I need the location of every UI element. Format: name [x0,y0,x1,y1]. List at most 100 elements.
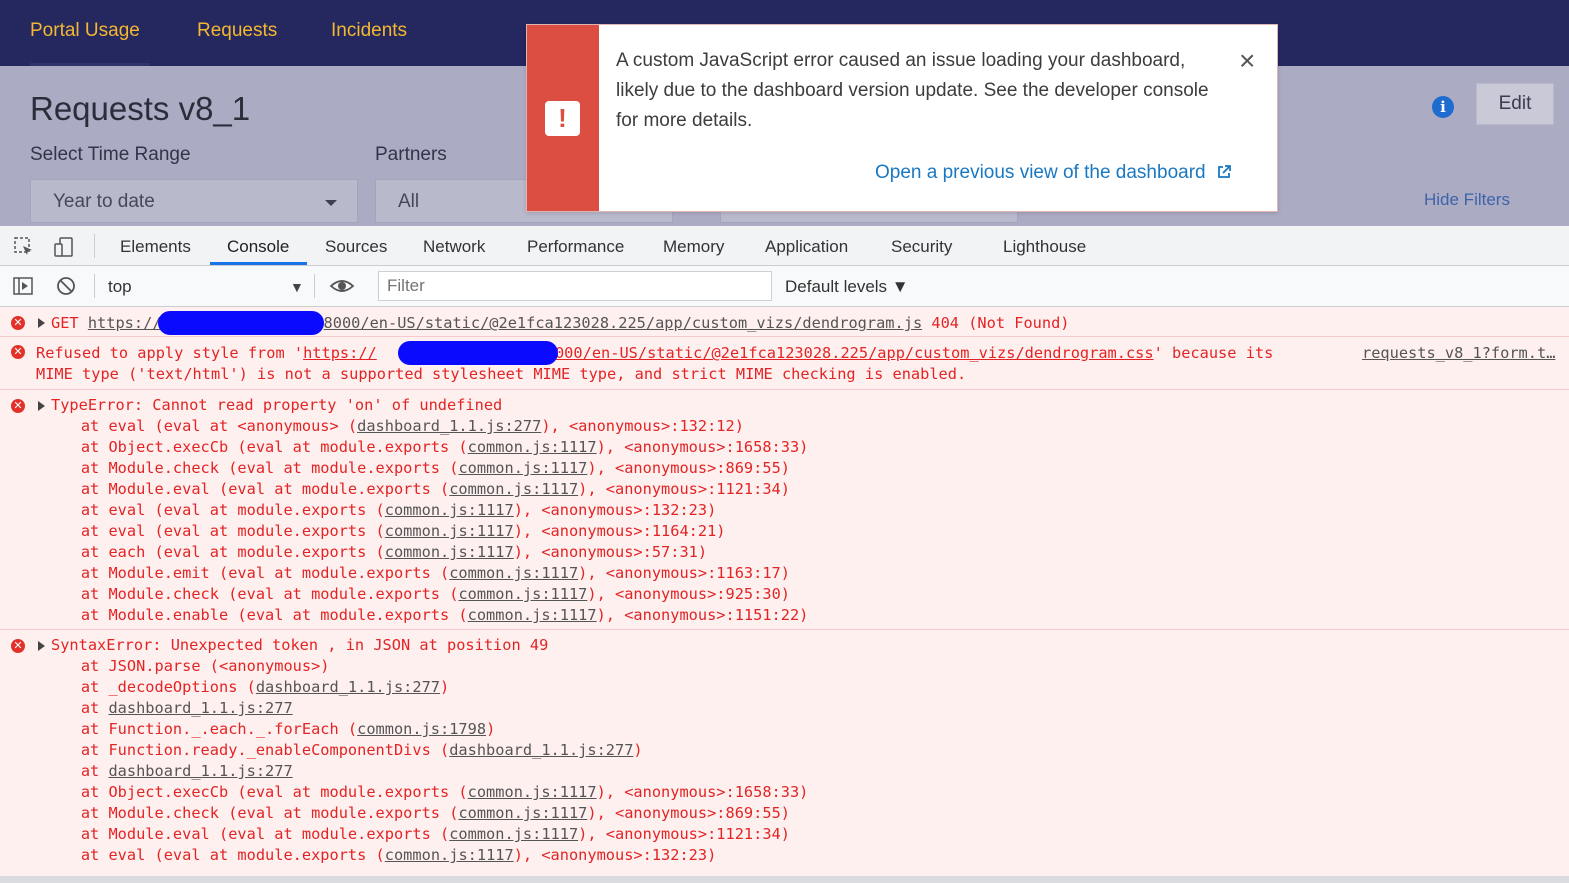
tab-network[interactable]: Network [423,237,485,257]
eye-icon[interactable] [329,275,355,297]
stack-frame: at Object.execCb (eval at module.exports… [44,438,809,456]
stack-frame: at dashboard_1.1.js:277 [44,762,293,780]
console-toolbar: top ▼ Default levels ▼ [0,266,1569,307]
stack-frame-source-link[interactable]: common.js:1117 [385,501,514,519]
stack-frame: at Module.emit (eval at module.exports (… [44,564,790,582]
console-output: ✕ GET https://8000/en-US/static/@2e1fca1… [0,307,1569,883]
active-tab-indicator [210,262,307,265]
stack-frame: at _decodeOptions (dashboard_1.1.js:277) [44,678,450,696]
stack-frame: at dashboard_1.1.js:277 [44,699,293,717]
stack-frame-source-link[interactable]: common.js:1117 [468,783,597,801]
stack-frame: at JSON.parse (<anonymous>) [44,657,330,675]
console-message: ✕ Refused to apply style from 'https://8… [0,337,1569,390]
redaction-mark [158,311,324,335]
stack-frame: at Module.check (eval at module.exports … [44,459,790,477]
toast-error-strip: ! [527,25,599,211]
console-message: ✕ GET https://8000/en-US/static/@2e1fca1… [0,307,1569,337]
stack-frame: at Object.execCb (eval at module.exports… [44,783,809,801]
tabbar-separator [94,234,95,258]
stylesheet-url-start[interactable]: https:// [303,344,377,362]
request-url-end[interactable]: 8000/en-US/static/@2e1fca123028.225/app/… [324,314,923,332]
partners-value: All [398,191,420,212]
tab-console[interactable]: Console [227,237,289,257]
console-message: ✕ SyntaxError: Unexpected token , in JSO… [0,630,1569,870]
message-text: Refused to apply style from 'https://800… [36,344,1274,362]
toolbar-separator [94,274,95,298]
console-filter-input[interactable] [378,271,772,301]
tab-elements[interactable]: Elements [120,237,191,257]
message-text-line2: MIME type ('text/html') is not a support… [36,365,967,383]
stack-frame-source-link[interactable]: common.js:1117 [449,825,578,843]
stack-frame: at eval (eval at module.exports (common.… [44,501,717,519]
bottom-scrollbar[interactable] [0,876,1569,883]
stack-frame-source-link[interactable]: dashboard_1.1.js:277 [108,699,292,717]
open-previous-view-link[interactable]: Open a previous view of the dashboard [875,162,1231,184]
exclamation-icon: ! [545,101,580,136]
error-header: SyntaxError: Unexpected token , in JSON … [51,636,549,654]
tab-lighthouse[interactable]: Lighthouse [1003,237,1086,257]
close-icon[interactable]: × [1239,47,1255,75]
stack-frame: at Module.enable (eval at module.exports… [44,606,809,624]
stack-frame-source-link[interactable]: dashboard_1.1.js:277 [108,762,292,780]
open-previous-view-label: Open a previous view of the dashboard [875,162,1206,183]
stack-frame-source-link[interactable]: dashboard_1.1.js:277 [449,741,633,759]
expand-arrow-icon[interactable] [38,401,45,411]
expand-arrow-icon[interactable] [38,641,45,651]
stack-frame-source-link[interactable]: common.js:1117 [458,459,587,477]
clear-console-icon[interactable] [55,275,77,297]
expand-arrow-icon[interactable] [38,318,45,328]
error-icon: ✕ [11,345,25,359]
tab-sources[interactable]: Sources [325,237,387,257]
request-url-start[interactable]: https:// [88,314,162,332]
tab-memory[interactable]: Memory [663,237,724,257]
tab-performance[interactable]: Performance [527,237,624,257]
error-toast: ! A custom JavaScript error caused an is… [526,24,1278,212]
stack-frame-source-link[interactable]: dashboard_1.1.js:277 [357,417,541,435]
error-icon: ✕ [11,316,25,330]
source-link[interactable]: requests_v8_1?form.t… [1362,343,1555,364]
stack-frame-source-link[interactable]: common.js:1117 [385,543,514,561]
stack-frame-source-link[interactable]: common.js:1117 [449,564,578,582]
time-range-label: Select Time Range [30,144,191,165]
stack-frame: at Function.ready._enableComponentDivs (… [44,741,643,759]
error-icon: ✕ [11,639,25,653]
devtools-tabbar: Elements Console Sources Network Perform… [0,226,1569,266]
stack-frame-source-link[interactable]: dashboard_1.1.js:277 [256,678,440,696]
info-icon[interactable]: i [1432,96,1454,118]
caret-down-icon: ▼ [290,279,304,295]
stack-frame: at eval (eval at module.exports (common.… [44,846,717,864]
stack-frame-source-link[interactable]: common.js:1117 [458,804,587,822]
log-levels-dropdown[interactable]: Default levels ▼ [785,277,909,297]
chevron-down-icon [325,200,337,206]
stack-frame: at Module.eval (eval at module.exports (… [44,480,790,498]
context-selector[interactable]: top [108,277,132,297]
nav-item-requests[interactable]: Requests [197,20,277,42]
stack-frame-source-link[interactable]: common.js:1117 [449,480,578,498]
tab-application[interactable]: Application [765,237,848,257]
external-link-icon [1217,165,1231,178]
stack-frame-source-link[interactable]: common.js:1798 [357,720,486,738]
tab-security[interactable]: Security [891,237,952,257]
console-message: ✕ TypeError: Cannot read property 'on' o… [0,390,1569,630]
stack-frame-source-link[interactable]: common.js:1117 [468,606,597,624]
stylesheet-url-end[interactable]: 8000/en-US/static/@2e1fca123028.225/app/… [546,344,1154,362]
stack-frame: at eval (eval at module.exports (common.… [44,522,726,540]
stack-frame: at Function._.each._.forEach (common.js:… [44,720,496,738]
stack-frame-source-link[interactable]: common.js:1117 [458,585,587,603]
partners-label: Partners [375,144,447,165]
time-range-dropdown[interactable]: Year to date [30,179,358,223]
nav-item-incidents[interactable]: Incidents [331,20,407,42]
sidebar-toggle-icon[interactable] [12,275,34,297]
hide-filters-link[interactable]: Hide Filters [1424,190,1510,210]
device-toolbar-icon[interactable] [53,236,75,258]
nav-item-portal-usage[interactable]: Portal Usage [30,20,140,42]
stack-frame-source-link[interactable]: common.js:1117 [385,846,514,864]
stack-frame-source-link[interactable]: common.js:1117 [468,438,597,456]
time-range-value: Year to date [53,191,155,212]
edit-button[interactable]: Edit [1476,83,1554,125]
inspect-element-icon[interactable] [13,236,35,258]
toolbar-separator-2 [314,274,315,298]
stack-frame-source-link[interactable]: common.js:1117 [385,522,514,540]
stack-frame: at eval (eval at <anonymous> (dashboard_… [44,417,744,435]
stack-frame: at Module.check (eval at module.exports … [44,804,790,822]
